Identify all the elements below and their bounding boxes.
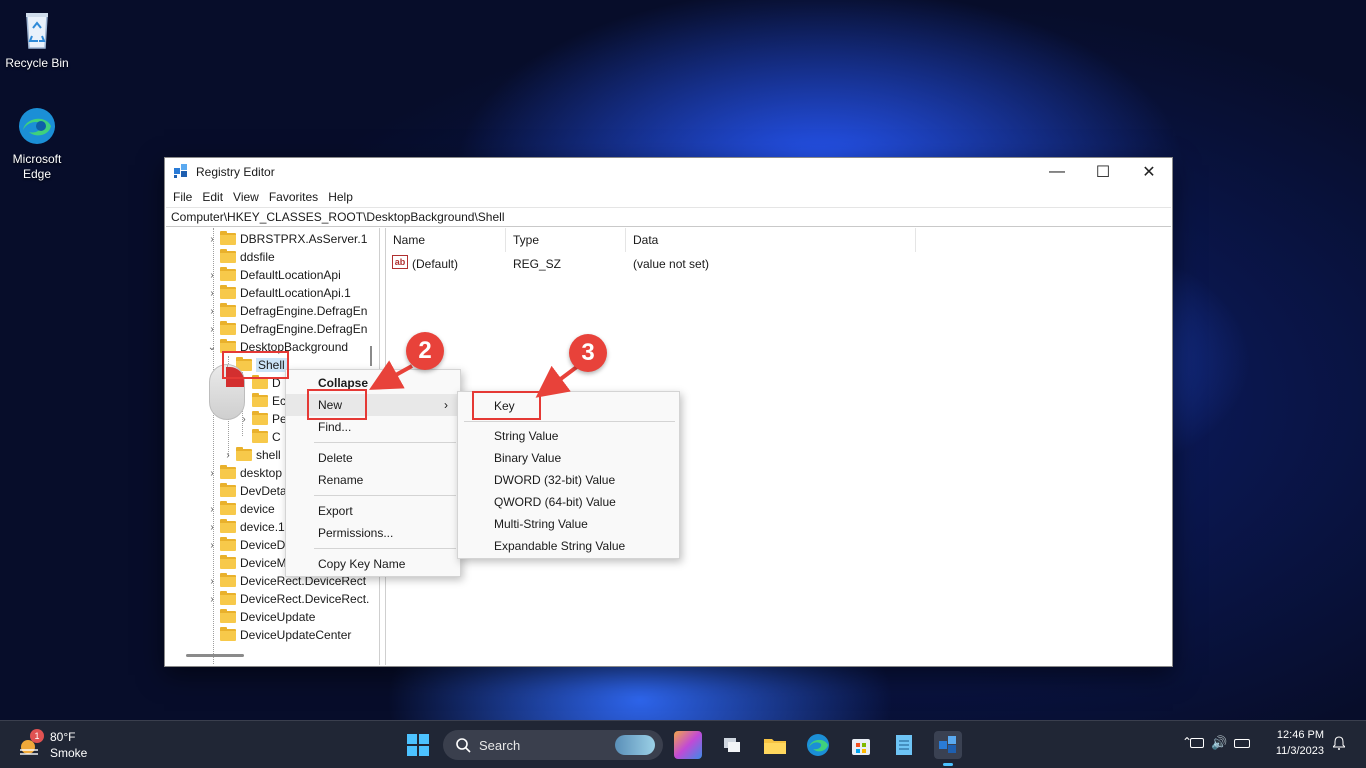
arrow-to-key [535, 364, 580, 398]
volume-icon: 🔊 [1211, 735, 1228, 750]
search-icon [456, 738, 471, 753]
taskbar: 1 80°F Smoke Search ⌃ 🔊 12:46 PM 11/3/20… [0, 720, 1366, 768]
clock-time[interactable]: 12:46 PM [1262, 729, 1324, 741]
step-3-badge: 3 [569, 334, 607, 372]
search-label: Search [479, 737, 521, 753]
file-explorer-icon[interactable] [761, 731, 789, 759]
notepad-icon[interactable] [890, 731, 918, 759]
battery-icon [1234, 739, 1250, 748]
network-icon [1190, 738, 1204, 748]
weather-alert-badge: 1 [30, 729, 44, 743]
arrow-to-new [369, 360, 413, 390]
taskbar-search[interactable]: Search [443, 730, 663, 760]
edge-taskbar-icon[interactable] [804, 731, 832, 759]
start-button[interactable] [404, 731, 432, 759]
weather-condition: Smoke [50, 746, 88, 760]
windows-logo-icon [407, 734, 429, 756]
annotation-arrows [369, 360, 580, 398]
regedit-taskbar-icon[interactable] [934, 731, 962, 766]
search-highlight-icon [615, 735, 655, 755]
copilot-icon[interactable] [674, 731, 702, 759]
clock-date[interactable]: 11/3/2023 [1262, 745, 1324, 757]
step-2-badge: 2 [406, 332, 444, 370]
task-view-icon[interactable] [718, 731, 746, 759]
store-icon[interactable] [847, 731, 875, 759]
notification-bell-icon[interactable] [1331, 736, 1347, 750]
weather-widget[interactable]: 1 80°F Smoke [16, 729, 106, 761]
weather-temperature: 80°F [50, 730, 76, 744]
active-app-indicator [943, 763, 953, 766]
system-tray[interactable]: ⌃ 🔊 [1182, 735, 1254, 755]
